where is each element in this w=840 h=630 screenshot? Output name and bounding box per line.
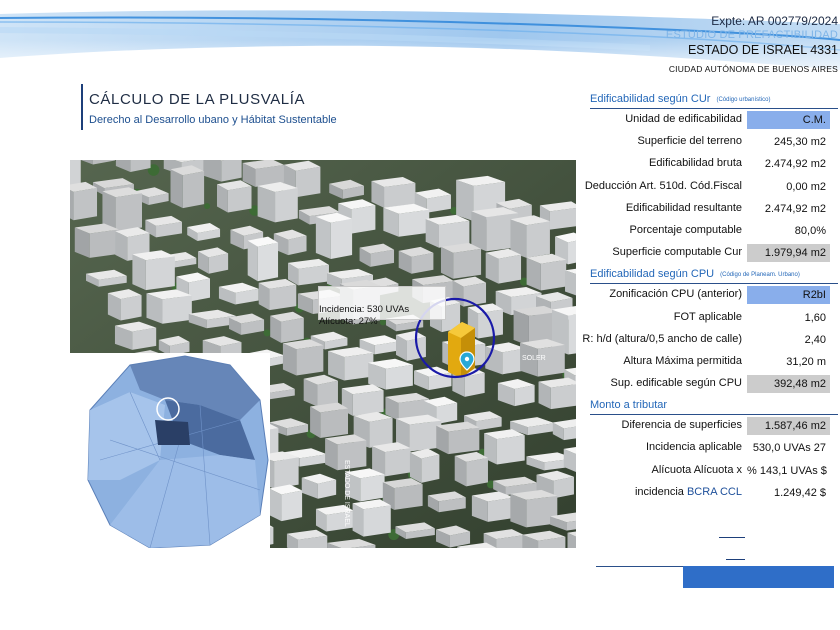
cpu-table: Zonificación CPU (anterior) R2bI FOT apli… bbox=[582, 284, 838, 395]
table-row: Zonificación CPU (anterior) R2bI bbox=[590, 284, 838, 306]
callout-alicuota: Alícuota: 27% bbox=[319, 316, 378, 327]
page-subtitle: Derecho al Desarrollo ubano y Hábitat Su… bbox=[89, 114, 337, 126]
calculation-panel: Edificabilidad según CUr (Código urbaníst… bbox=[582, 92, 838, 504]
table-row: Diferencia de superficies 1.587,46 m2 bbox=[590, 415, 838, 437]
bcra-ccl-link[interactable]: BCRA CCL bbox=[687, 486, 742, 498]
table-row: Deducción Art. 510d. Cód.Fiscal 0,00 m2 bbox=[584, 179, 826, 193]
total-bar bbox=[683, 566, 834, 588]
table-row: Alícuota Alícuota x% 143,1 UVAs $ bbox=[651, 463, 827, 477]
table-row: Porcentaje computable 80,0% bbox=[629, 223, 826, 237]
street-label: SOLER bbox=[522, 355, 546, 362]
district-inset-map bbox=[70, 353, 270, 548]
table-row: R: h/d (altura/0,5 ancho de calle) 2,40 bbox=[582, 332, 826, 346]
table-row: incidencia BCRA CCL 1.249,42 $ bbox=[634, 485, 826, 499]
title-block: CÁLCULO DE LA PLUSVALÍA Derecho al Desar… bbox=[81, 84, 337, 130]
table-row: Superficie computable Cur 1.979,94 m2 bbox=[590, 242, 838, 264]
table-row: Edificabilidad bruta 2.474,92 m2 bbox=[649, 157, 826, 171]
table-row: Unidad de edificabilidad C.M. bbox=[590, 109, 838, 131]
aerial-city-view: SOLER ESTADO DE ISRAEL bbox=[70, 160, 576, 548]
incidence-callout: Incidencia: 530 UVAs Alícuota: 27% bbox=[318, 286, 446, 327]
study-type: ESTUDIO DE PREFACTIBILIDAD bbox=[665, 29, 838, 41]
street-label: ESTADO DE ISRAEL bbox=[343, 460, 350, 527]
table-row: Sup. edificable según CPU 392,48 m2 bbox=[590, 373, 838, 395]
callout-incidence: Incidencia: 530 UVAs bbox=[319, 304, 410, 315]
header-meta: Expte: AR 002779/2024 ESTUDIO DE PREFACT… bbox=[666, 14, 838, 75]
table-row: Altura Máxima permitida 31,20 m bbox=[623, 354, 826, 368]
table-row: FOT aplicable 1,60 bbox=[673, 310, 826, 324]
table-row: Superficie del terreno 245,30 m2 bbox=[637, 135, 826, 149]
section-monto-title: Monto a tributar bbox=[590, 399, 668, 412]
property-address: ESTADO DE ISRAEL 4331 bbox=[687, 42, 838, 57]
monto-table: Diferencia de superficies 1.587,46 m2 Inc… bbox=[590, 415, 838, 504]
table-row: Edificabilidad resultante 2.474,92 m2 bbox=[625, 201, 826, 215]
page-title: CÁLCULO DE LA PLUSVALÍA bbox=[89, 91, 306, 108]
section-cur-title: Edificabilidad según CUr (Código urbaníst… bbox=[590, 93, 771, 105]
selected-building bbox=[448, 322, 475, 378]
underline-mark bbox=[719, 537, 745, 538]
cur-table: Unidad de edificabilidad C.M. Superficie … bbox=[584, 109, 838, 264]
section-cpu-title: Edificabilidad según CPU (Código de Plane… bbox=[590, 268, 800, 281]
underline-mark bbox=[726, 559, 745, 560]
city-name: CIUDAD AUTÓNOMA DE BUENOS AIRES bbox=[668, 64, 838, 75]
table-row: Incidencia aplicable 530,0 UVAs 27 bbox=[645, 441, 826, 455]
expediente-number: Expte: AR 002779/2024 bbox=[711, 14, 838, 28]
